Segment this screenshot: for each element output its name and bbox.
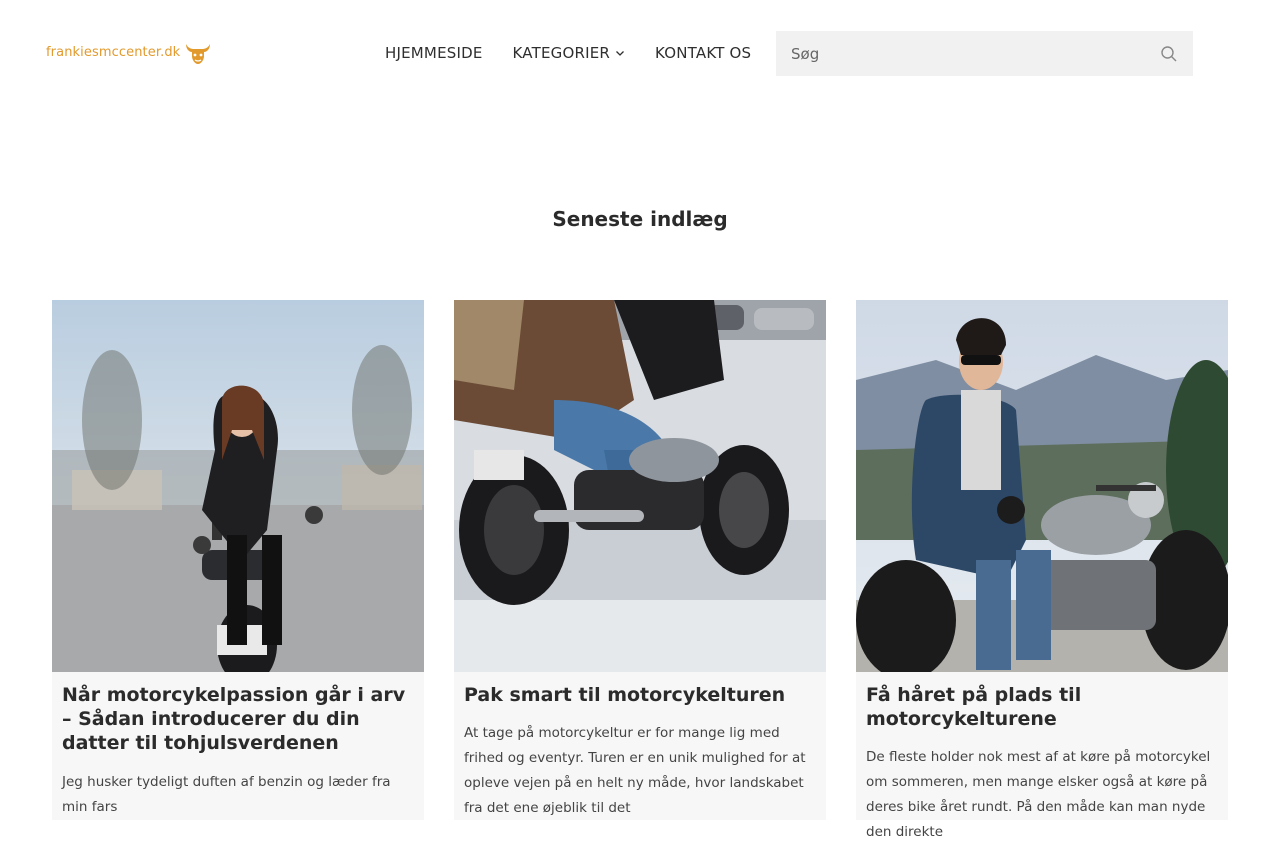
nav-contact[interactable]: KONTAKT OS — [655, 44, 751, 62]
search-icon[interactable] — [1160, 45, 1178, 63]
nav-home-label: HJEMMESIDE — [385, 44, 483, 62]
search-box — [776, 31, 1193, 76]
search-input[interactable] — [791, 44, 1160, 63]
logo-text: frankiesmccenter.dk — [46, 44, 181, 60]
bull-head-icon — [186, 44, 211, 64]
post-card[interactable]: Få håret på plads til motorcykelturene D… — [856, 300, 1228, 840]
nav-categories-label: KATEGORIER — [512, 44, 611, 62]
post-photo — [454, 300, 826, 672]
site-logo[interactable]: frankiesmccenter.dk — [46, 38, 212, 66]
post-image-woman-on-motorcycle[interactable] — [52, 300, 424, 672]
post-image-man-on-motorcycle[interactable] — [856, 300, 1228, 672]
post-excerpt: At tage på motorcykeltur er for mange li… — [464, 725, 806, 816]
post-excerpt: De fleste holder nok mest af at køre på … — [866, 749, 1211, 840]
post-card[interactable]: Når motorcykelpassion går i arv – Sådan … — [52, 300, 424, 820]
section-title: Seneste indlæg — [552, 207, 728, 231]
main-nav: HJEMMESIDE KATEGORIER KONTAKT OS — [385, 44, 781, 62]
post-photo — [856, 300, 1228, 672]
post-image-riders-on-motorcycle[interactable] — [454, 300, 826, 672]
post-photo — [52, 300, 424, 672]
post-title[interactable]: Pak smart til motorcykelturen — [454, 672, 826, 707]
post-list: Når motorcykelpassion går i arv – Sådan … — [52, 300, 1228, 840]
site-header: frankiesmccenter.dk HJEMMESIDE KATEGORIE… — [0, 0, 1280, 108]
post-card[interactable]: Pak smart til motorcykelturen At tage på… — [454, 300, 826, 820]
chevron-down-icon — [616, 51, 624, 56]
nav-home[interactable]: HJEMMESIDE — [385, 44, 483, 62]
post-title[interactable]: Når motorcykelpassion går i arv – Sådan … — [52, 672, 424, 755]
post-excerpt: Jeg husker tydeligt duften af benzin og … — [62, 774, 391, 815]
post-title[interactable]: Få håret på plads til motorcykelturene — [856, 672, 1228, 731]
nav-contact-label: KONTAKT OS — [655, 44, 752, 62]
nav-categories[interactable]: KATEGORIER — [513, 44, 626, 62]
